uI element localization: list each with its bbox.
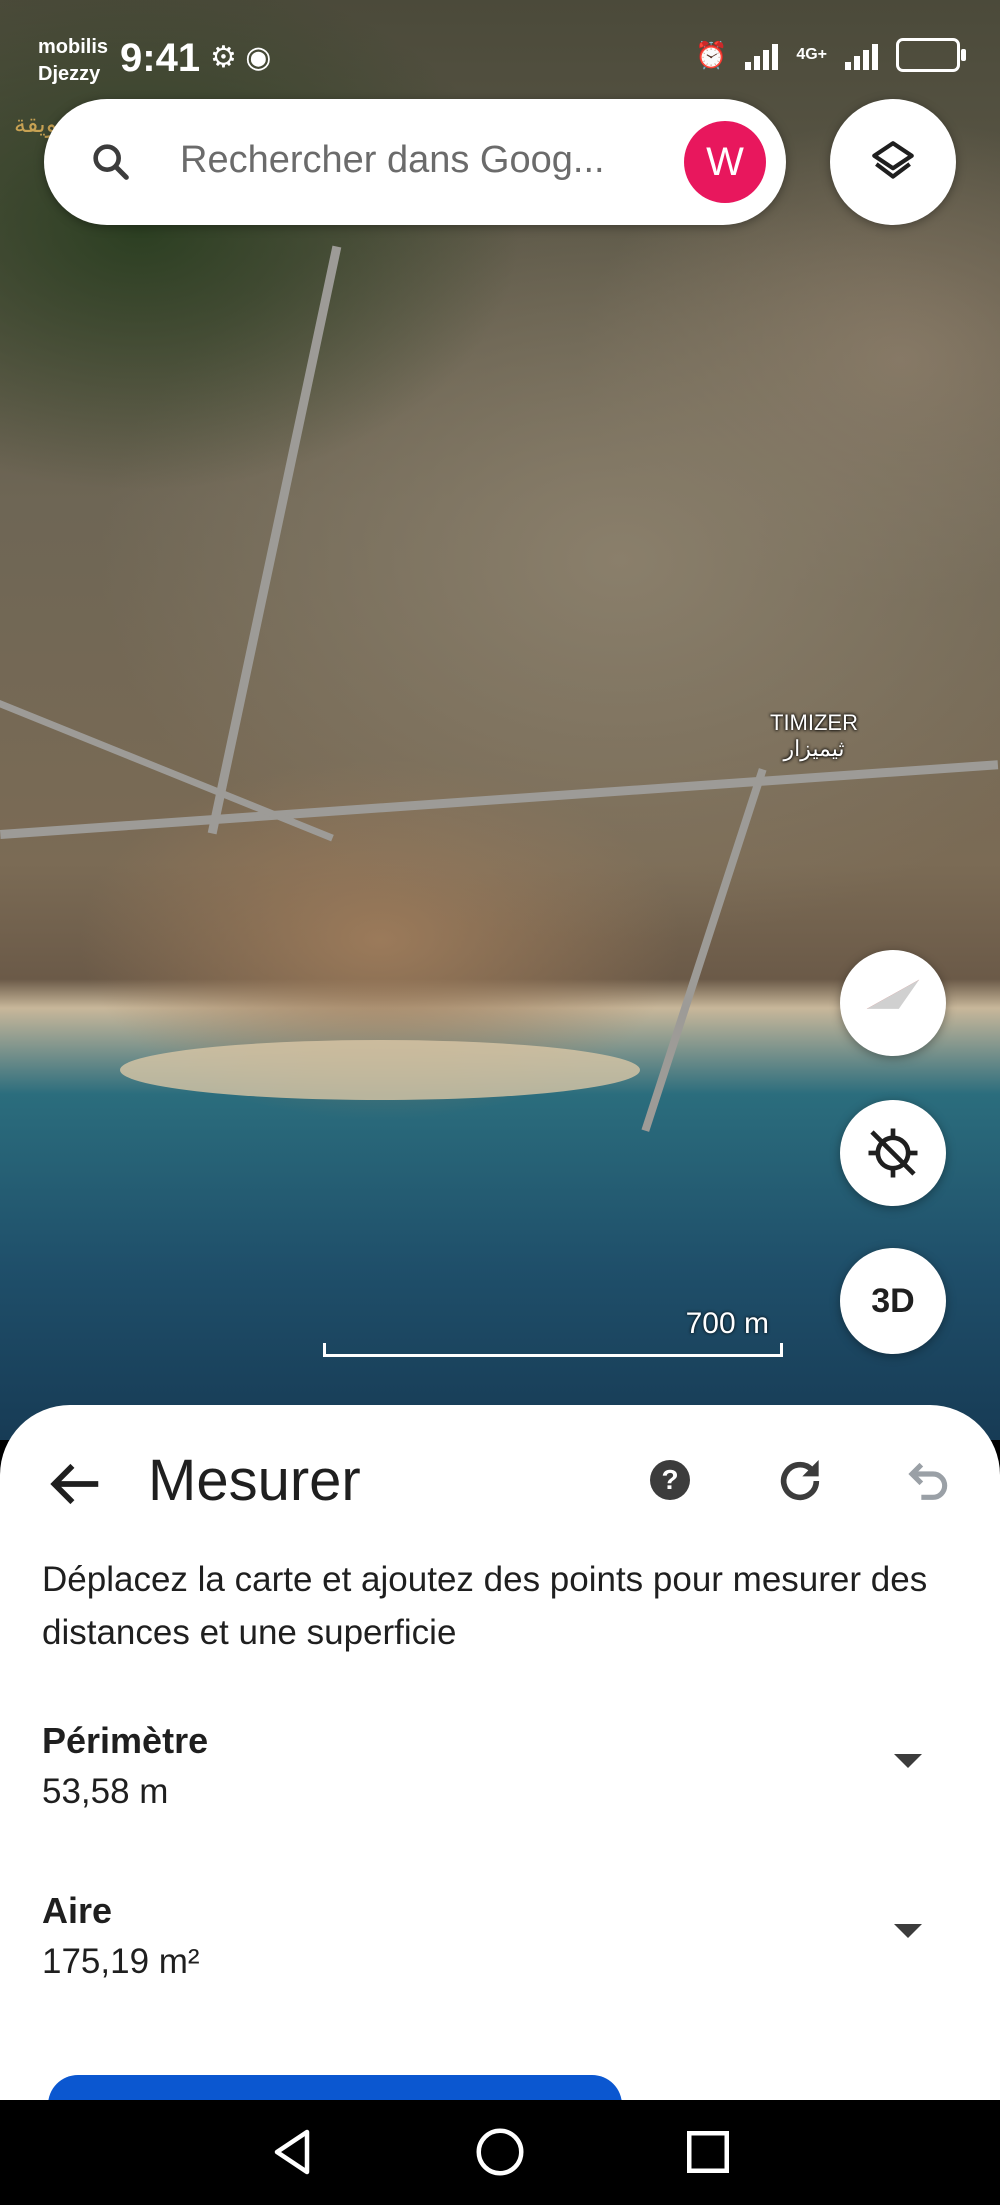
- place-label-latin: TIMIZER: [770, 710, 858, 735]
- layers-button[interactable]: [830, 99, 956, 225]
- settings-icon: ⚙: [210, 41, 237, 74]
- 3d-button[interactable]: 3D: [840, 1248, 946, 1354]
- area-row[interactable]: Aire 175,19 m²: [42, 1890, 962, 1982]
- caret-down-icon[interactable]: [894, 1924, 922, 1938]
- measure-sheet: Mesurer ? Déplacez la carte et ajoutez d…: [0, 1405, 1000, 2100]
- undo-icon[interactable]: [898, 1453, 954, 1509]
- area-label: Aire: [42, 1890, 113, 1931]
- location-off-icon: [868, 1128, 918, 1178]
- clock: 9:41: [120, 36, 201, 80]
- system-icons: ⏰ 4G+: [694, 38, 966, 72]
- home-nav-icon[interactable]: [470, 2122, 530, 2182]
- layers-icon: [872, 141, 914, 179]
- search-placeholder[interactable]: Rechercher dans Goog...: [180, 139, 605, 182]
- signal-icon: [745, 40, 779, 70]
- compass-icon: [866, 979, 920, 1009]
- map-road: [641, 768, 767, 1132]
- status-bar: mobilis Djezzy 9:41 ⚙ ◉ ⏰ 4G+: [0, 0, 1000, 110]
- help-icon[interactable]: ?: [650, 1460, 690, 1500]
- system-nav-bar: [0, 2100, 1000, 2205]
- page-title: Mesurer: [148, 1448, 361, 1513]
- refresh-icon[interactable]: [772, 1453, 828, 1509]
- back-nav-icon[interactable]: [262, 2122, 322, 2182]
- place-label-arabic: ثيميزار: [783, 736, 845, 761]
- instruction-text: Déplacez la carte et ajoutez des points …: [42, 1560, 928, 1652]
- scale-bar: [323, 1343, 783, 1357]
- search-icon[interactable]: [88, 139, 134, 185]
- carrier-1: mobilis: [38, 36, 109, 58]
- perimeter-row[interactable]: Périmètre 53,58 m: [42, 1720, 962, 1812]
- search-bar[interactable]: Rechercher dans Goog... W: [44, 99, 786, 225]
- place-label: TIMIZER ثيميزار: [770, 710, 858, 762]
- battery-icon: [896, 38, 966, 72]
- area-value: 175,19 m²: [42, 1942, 200, 1981]
- avatar[interactable]: W: [684, 121, 766, 203]
- scale-label: 700 m: [685, 1307, 769, 1340]
- map-scale: 700 m: [323, 1307, 783, 1357]
- map-road: [207, 245, 342, 835]
- compass-button[interactable]: [840, 950, 946, 1056]
- location-off-button[interactable]: [840, 1100, 946, 1206]
- recents-nav-icon[interactable]: [678, 2122, 738, 2182]
- caret-down-icon[interactable]: [894, 1754, 922, 1768]
- alarm-icon: ⏰: [694, 39, 728, 70]
- carrier-2: Djezzy: [38, 63, 101, 85]
- notification-icons: ⚙ ◉: [210, 40, 271, 75]
- beach: [120, 1040, 640, 1100]
- carrier-names: mobilis Djezzy: [38, 34, 108, 88]
- network-type: 4G+: [796, 46, 827, 63]
- perimeter-value: 53,58 m: [42, 1772, 169, 1811]
- signal-icon-2: [845, 40, 878, 70]
- map-road: [0, 760, 999, 839]
- perimeter-label: Périmètre: [42, 1720, 209, 1761]
- add-point-button[interactable]: [48, 2075, 622, 2100]
- messenger-icon: ◉: [245, 41, 272, 74]
- back-arrow-icon[interactable]: [44, 1453, 106, 1515]
